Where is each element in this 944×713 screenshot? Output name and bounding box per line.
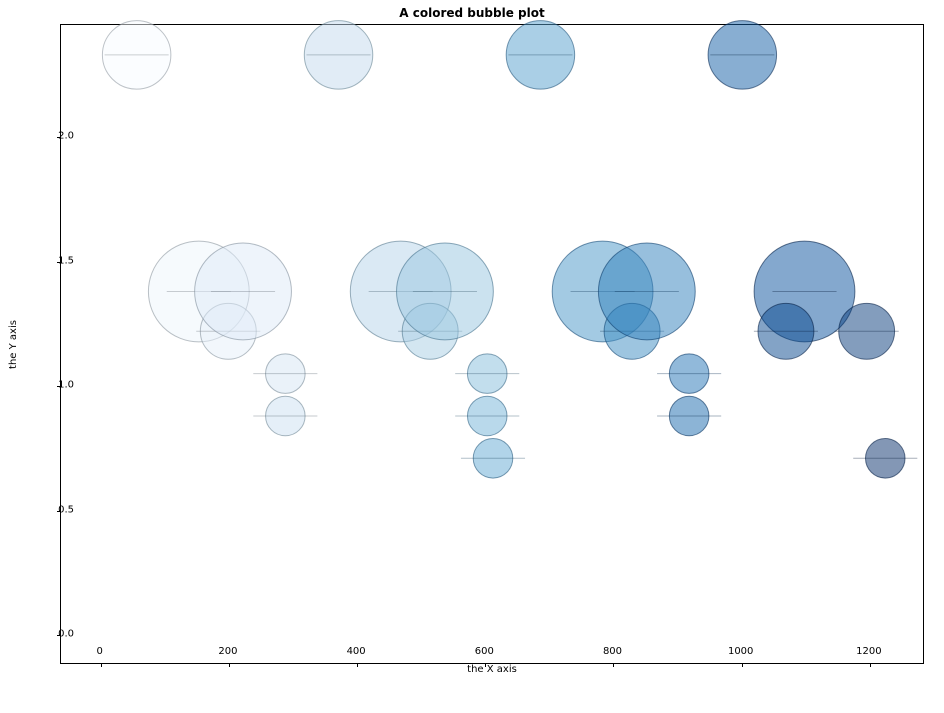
bubble [865,439,905,479]
y-tick-label: 2.0 [58,131,74,142]
x-tick-label: 0 [97,646,103,657]
bubble [473,439,513,479]
x-tick-label: 400 [347,646,366,657]
bubble [397,243,494,340]
x-tick-label: 800 [603,646,622,657]
y-tick-label: 1.0 [58,380,74,391]
bubble [266,396,306,436]
bubble [758,303,814,359]
x-tick-label: 200 [218,646,237,657]
bubble [467,354,507,394]
x-tick-label: 600 [475,646,494,657]
bubble [669,354,709,394]
bubble [754,241,855,342]
bubble [839,303,895,359]
plot-area [60,24,924,664]
bubble [598,243,695,340]
bubble [350,241,451,342]
bubble [148,241,249,342]
x-axis-label: the X axis [60,664,924,675]
bubble [506,21,574,89]
bubble-chart-figure: A colored bubble plot the X axis the Y a… [0,0,944,713]
bubble [195,243,292,340]
y-tick-label: 0.0 [58,629,74,640]
bubble [669,396,709,436]
bubble [200,303,256,359]
bubble [402,303,458,359]
y-tick-label: 1.5 [58,255,74,266]
bubble [467,396,507,436]
chart-title: A colored bubble plot [0,6,944,20]
y-tick-label: 0.5 [58,504,74,515]
bubble [604,303,660,359]
bubble [304,21,372,89]
y-axis-label: the Y axis [6,24,20,664]
bubble [552,241,653,342]
bubble-layer [61,25,925,665]
bubble [266,354,306,394]
bubble [102,21,170,89]
bubble [708,21,776,89]
x-tick-label: 1000 [728,646,753,657]
x-tick-label: 1200 [856,646,881,657]
